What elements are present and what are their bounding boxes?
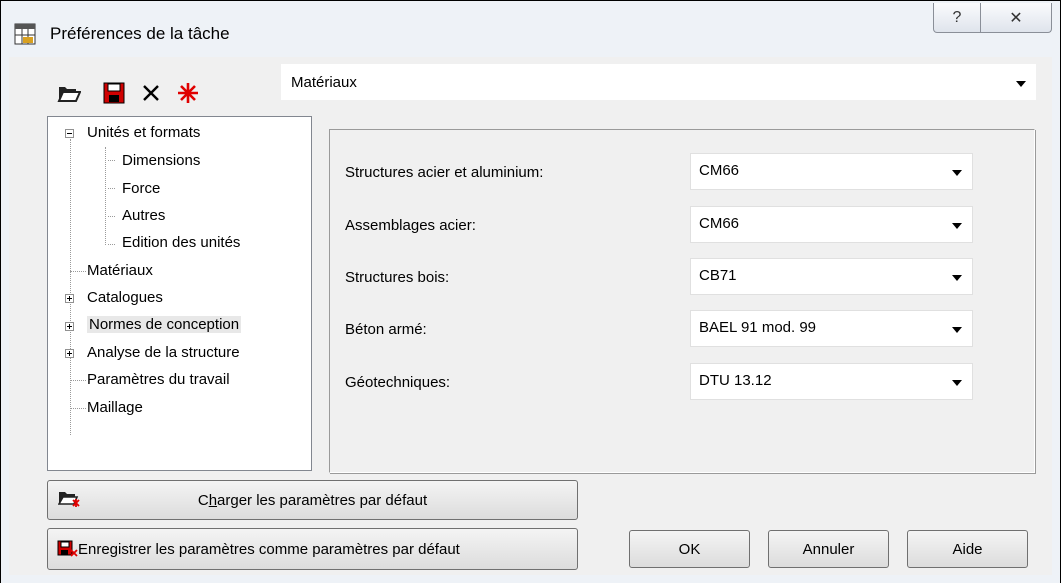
connections-label: Assemblages acier: (345, 217, 476, 234)
category-select-value: Matériaux (291, 74, 357, 91)
close-icon: ✕ (1009, 9, 1023, 27)
tree-item-analyse[interactable]: Analyse de la structure (87, 344, 240, 361)
tree-connector (108, 160, 115, 161)
tree-connector (70, 139, 71, 435)
tree-connector (108, 244, 115, 245)
chevron-down-icon (952, 380, 962, 386)
load-defaults-button[interactable]: Charger les paramètres par défaut (47, 480, 578, 520)
expand-icon[interactable] (65, 349, 74, 358)
question-icon: ? (952, 8, 962, 26)
frame-left (1, 57, 9, 582)
geotech-label: Géotechniques: (345, 374, 451, 391)
help-label: Aide (952, 540, 983, 558)
tree-item-edition-unites[interactable]: Edition des unités (122, 234, 240, 251)
ok-button[interactable]: OK (629, 530, 750, 568)
frame-bottom (1, 575, 1060, 583)
ok-label: OK (678, 540, 701, 558)
save-defaults-button[interactable]: Enregistrer les paramètres comme paramèt… (47, 528, 578, 570)
steel-select[interactable]: CM66 (690, 153, 973, 190)
save-icon[interactable] (102, 81, 126, 105)
red-star-icon[interactable] (176, 81, 200, 105)
open-folder-icon[interactable] (57, 81, 81, 105)
tree-item-dimensions[interactable]: Dimensions (122, 152, 200, 169)
tree-connector (70, 408, 86, 409)
tree-item-maillage[interactable]: Maillage (87, 399, 143, 416)
geotech-select[interactable]: DTU 13.12 (690, 363, 973, 400)
geotech-select-value: DTU 13.12 (699, 372, 772, 389)
tree-connector (70, 271, 86, 272)
timber-label: Structures bois: (345, 269, 450, 286)
cancel-label: Annuler (802, 540, 855, 558)
category-tree[interactable]: Unités et formats Dimensions Force Autre… (47, 116, 312, 471)
tree-item-catalogues[interactable]: Catalogues (87, 289, 163, 306)
preferences-dialog: Préférences de la tâche ? ✕ Matériaux Un… (0, 0, 1061, 583)
chevron-down-icon (952, 170, 962, 176)
load-defaults-label-post: arger les paramètres par défaut (217, 491, 428, 509)
save-defaults-icon (57, 540, 78, 557)
category-select[interactable]: Matériaux (280, 63, 1037, 101)
connections-select[interactable]: CM66 (690, 206, 973, 243)
tree-item-materiaux[interactable]: Matériaux (87, 262, 153, 279)
tree-connector (70, 380, 86, 381)
load-defaults-icon (58, 492, 80, 507)
save-defaults-label: Enregistrer les paramètres comme paramèt… (78, 540, 460, 558)
chevron-down-icon (952, 223, 962, 229)
help-title-button[interactable]: ? (933, 3, 981, 33)
tree-item-autres[interactable]: Autres (122, 207, 165, 224)
concrete-select-value: BAEL 91 mod. 99 (699, 319, 817, 336)
expand-icon[interactable] (65, 294, 74, 303)
steel-select-value: CM66 (699, 162, 740, 179)
app-icon (14, 23, 36, 45)
load-defaults-label: Charger les paramètres par défaut (198, 492, 427, 509)
load-defaults-label-accel: h (208, 491, 218, 509)
steel-label: Structures acier et aluminium: (345, 164, 544, 181)
window-title: Préférences de la tâche (50, 24, 230, 43)
timber-select[interactable]: CB71 (690, 258, 973, 295)
connections-select-value: CM66 (699, 215, 740, 232)
load-defaults-label-pre: C (197, 491, 209, 509)
title-bar: Préférences de la tâche ? ✕ (1, 1, 1060, 57)
frame-right (1052, 57, 1060, 582)
help-button[interactable]: Aide (907, 530, 1028, 568)
tree-connector (108, 216, 115, 217)
concrete-select[interactable]: BAEL 91 mod. 99 (690, 310, 973, 347)
tree-connector (108, 188, 115, 189)
tree-item-parametres[interactable]: Paramètres du travail (87, 371, 230, 388)
tree-item-units[interactable]: Unités et formats (87, 124, 200, 141)
concrete-label: Béton armé: (345, 321, 427, 338)
tree-item-normes[interactable]: Normes de conception (87, 316, 242, 333)
delete-x-icon[interactable] (139, 81, 163, 105)
cancel-button[interactable]: Annuler (768, 530, 889, 568)
chevron-down-icon (952, 275, 962, 281)
tree-item-force[interactable]: Force (122, 180, 160, 197)
chevron-down-icon (1016, 81, 1026, 87)
chevron-down-icon (952, 327, 962, 333)
timber-select-value: CB71 (699, 267, 737, 284)
collapse-icon[interactable] (65, 129, 74, 138)
expand-icon[interactable] (65, 322, 74, 331)
tree-connector (105, 147, 106, 245)
close-button[interactable]: ✕ (981, 3, 1052, 33)
